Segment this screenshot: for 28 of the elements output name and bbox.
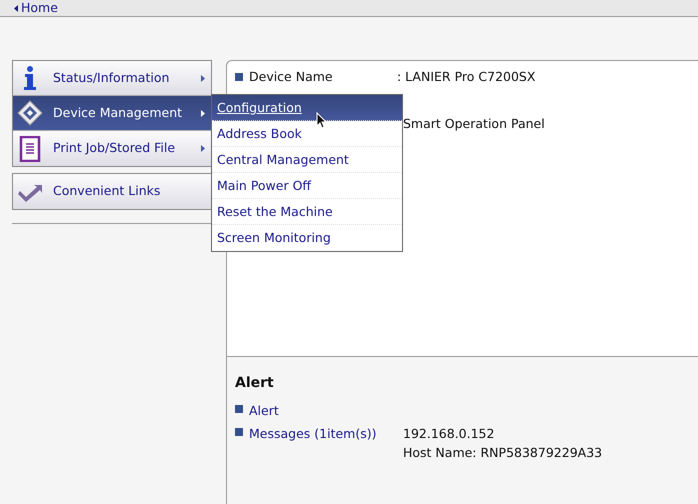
caret-icon — [201, 74, 205, 82]
caret-icon — [201, 145, 205, 152]
submenu-item[interactable]: Central Management — [212, 147, 402, 173]
alert-link[interactable]: Messages (1item(s)) — [249, 424, 403, 444]
home-link[interactable]: Home — [14, 2, 58, 14]
field-label: Device Name — [249, 68, 334, 86]
caret-icon — [14, 4, 18, 12]
alert-link[interactable]: Alert — [249, 402, 403, 421]
bullet-icon — [235, 73, 243, 81]
menu-item[interactable]: Device Management — [13, 96, 211, 131]
cursor-icon — [316, 112, 328, 129]
submenu-item[interactable]: Screen Monitoring — [212, 225, 402, 251]
diamond-icon — [17, 100, 43, 126]
message-text: Host Name: RNP583879229A33 — [403, 444, 602, 462]
field-value: : LANIER Pro C7200SX — [397, 68, 536, 86]
field-value: Smart Operation Panel — [403, 114, 545, 133]
menu-item[interactable]: Status/Information — [13, 61, 211, 96]
bullet-icon — [235, 405, 243, 413]
message-text: 192.168.0.152 — [403, 424, 496, 443]
menu-item[interactable]: Print Job/Stored File — [13, 131, 211, 166]
submenu-item[interactable]: Reset the Machine — [212, 199, 402, 225]
document-icon — [17, 136, 43, 162]
submenu-item[interactable]: Main Power Off — [212, 173, 402, 199]
section-title: Alert — [235, 374, 275, 393]
submenu-item[interactable]: Address Book — [212, 121, 402, 147]
menu-item[interactable]: Convenient Links — [13, 174, 211, 209]
caret-icon — [201, 110, 205, 116]
bullet-icon — [235, 428, 243, 436]
